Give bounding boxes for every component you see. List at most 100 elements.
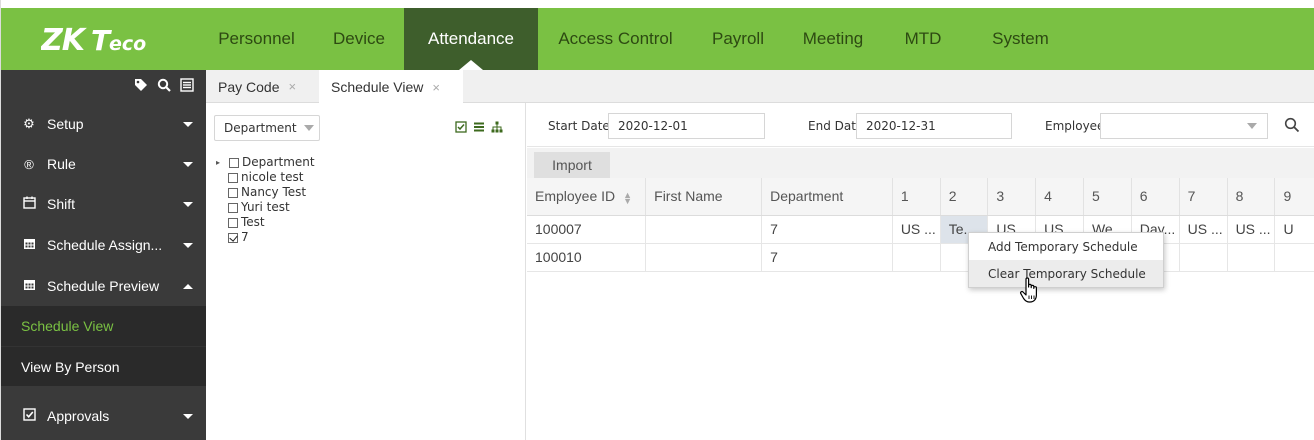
schedule-main-panel: Start Date 2020-12-01 End Date 2020-12-3… bbox=[527, 103, 1314, 440]
check-all-icon[interactable] bbox=[455, 121, 467, 136]
sidebar-item-schedule-preview[interactable]: Schedule Preview bbox=[1, 266, 206, 306]
sidebar-item-rule[interactable]: ® Rule bbox=[1, 144, 206, 184]
tree-node-nancy-test[interactable]: Nancy Test bbox=[216, 185, 315, 200]
tree-node-nicole-test[interactable]: nicole test bbox=[216, 170, 315, 185]
sort-icon[interactable]: ▲ ▼ bbox=[623, 190, 632, 205]
chevron-down-icon bbox=[183, 122, 193, 127]
sidebar-item-label: Approvals bbox=[47, 408, 110, 424]
checkbox[interactable] bbox=[228, 172, 238, 183]
cell-employee-id[interactable]: 100010 bbox=[527, 243, 647, 272]
checkbox[interactable] bbox=[229, 157, 239, 168]
grid-header-row: Employee ID ▲ ▼ First Name Department 1 2 … bbox=[527, 178, 1314, 216]
checkbox[interactable] bbox=[228, 202, 238, 213]
cell-day[interactable] bbox=[892, 243, 941, 272]
table-row[interactable]: 100010 7 bbox=[527, 243, 1314, 272]
nav-system[interactable]: System bbox=[963, 8, 1078, 70]
svg-text:ZK: ZK bbox=[41, 24, 88, 54]
start-date-value: 2020-12-01 bbox=[618, 119, 688, 133]
nav-access-control[interactable]: Access Control bbox=[538, 8, 693, 70]
col-day-1: 1 bbox=[892, 178, 941, 216]
sidebar-tools bbox=[1, 70, 206, 104]
tab-pay-code[interactable]: Pay Code × bbox=[206, 70, 318, 103]
org-tree-icon[interactable] bbox=[491, 121, 503, 136]
close-icon[interactable]: × bbox=[432, 80, 440, 95]
nav-personnel[interactable]: Personnel bbox=[199, 8, 314, 70]
chevron-down-icon bbox=[183, 414, 193, 419]
cell-department[interactable]: 7 bbox=[761, 215, 893, 244]
nav-attendance[interactable]: Attendance bbox=[404, 8, 538, 70]
top-nav-bar: ZK T eco Personnel Device Attendance Acc… bbox=[1, 8, 1314, 70]
checkbox[interactable] bbox=[228, 217, 238, 228]
department-select[interactable]: Department bbox=[214, 115, 320, 141]
cell-day[interactable] bbox=[1179, 243, 1228, 272]
list-icon[interactable] bbox=[180, 78, 194, 96]
sidebar: ⚙ Setup ® Rule Shift Schedule Assign... bbox=[1, 70, 206, 440]
sidebar-item-setup[interactable]: ⚙ Setup bbox=[1, 104, 206, 144]
import-button[interactable]: Import bbox=[534, 152, 610, 178]
hand-cursor-icon bbox=[1019, 276, 1043, 304]
toolbar: Import bbox=[527, 148, 1314, 178]
col-employee-id[interactable]: Employee ID ▲ ▼ bbox=[527, 178, 647, 216]
cell-day[interactable]: U bbox=[1274, 215, 1314, 244]
zkteco-logo[interactable]: ZK T eco bbox=[40, 23, 191, 58]
sidebar-subitem-schedule-view[interactable]: Schedule View bbox=[1, 306, 206, 346]
tree-node-label: nicole test bbox=[241, 170, 304, 184]
col-day-8: 8 bbox=[1227, 178, 1276, 216]
tree-node-department[interactable]: ▸ Department bbox=[216, 155, 315, 170]
tree-node-label: 7 bbox=[241, 230, 249, 244]
table-row[interactable]: 100007 7 US ... Te... US... US... We... … bbox=[527, 215, 1314, 244]
search-icon[interactable] bbox=[157, 78, 171, 96]
schedule-grid: Employee ID ▲ ▼ First Name Department 1 2 … bbox=[527, 178, 1314, 440]
close-icon[interactable]: × bbox=[288, 79, 296, 94]
calendar-grid-icon bbox=[21, 278, 37, 294]
checkbox-checked[interactable] bbox=[228, 232, 238, 243]
cell-employee-id[interactable]: 100007 bbox=[527, 215, 647, 244]
col-day-6: 6 bbox=[1131, 178, 1180, 216]
start-date-input[interactable]: 2020-12-01 bbox=[608, 113, 765, 139]
end-date-input[interactable]: 2020-12-31 bbox=[856, 113, 1012, 139]
sidebar-item-approvals[interactable]: Approvals bbox=[1, 396, 206, 436]
tab-schedule-view[interactable]: Schedule View × bbox=[319, 70, 463, 104]
tree-node-yuri-test[interactable]: Yuri test bbox=[216, 200, 315, 215]
cell-day[interactable] bbox=[1274, 243, 1314, 272]
tree-node-test[interactable]: Test bbox=[216, 215, 315, 230]
sidebar-subitem-view-by-person[interactable]: View By Person bbox=[1, 346, 206, 386]
department-tree-panel: Department ▸ Department nicole test Nanc… bbox=[206, 103, 526, 440]
expand-icon[interactable]: ▸ bbox=[216, 155, 229, 170]
tree-node-label: Department bbox=[242, 155, 315, 169]
tag-icon[interactable] bbox=[134, 78, 148, 96]
col-first-name[interactable]: First Name bbox=[645, 178, 763, 216]
calendar-icon bbox=[21, 196, 37, 212]
cell-day[interactable] bbox=[1227, 243, 1276, 272]
sidebar-item-label: Schedule Assign... bbox=[47, 237, 163, 253]
tree-node-label: Yuri test bbox=[241, 200, 290, 214]
cell-day[interactable]: US ... bbox=[1179, 215, 1228, 244]
list-icon[interactable] bbox=[473, 121, 485, 136]
clear-temporary-schedule-item[interactable]: Clear Temporary Schedule bbox=[969, 260, 1163, 287]
employee-select[interactable] bbox=[1100, 113, 1268, 139]
sidebar-item-shift[interactable]: Shift bbox=[1, 184, 206, 224]
checkbox[interactable] bbox=[228, 187, 238, 198]
col-department[interactable]: Department bbox=[761, 178, 893, 216]
nav-device[interactable]: Device bbox=[314, 8, 404, 70]
cell-day[interactable]: US ... bbox=[892, 215, 941, 244]
tree-node-7[interactable]: 7 bbox=[216, 230, 315, 245]
sidebar-item-schedule-assign[interactable]: Schedule Assign... bbox=[1, 224, 206, 266]
col-day-9: 9 bbox=[1274, 178, 1314, 216]
nav-payroll[interactable]: Payroll bbox=[693, 8, 783, 70]
calendar-grid-icon bbox=[21, 237, 37, 253]
chevron-up-icon bbox=[183, 284, 193, 289]
tab-label: Schedule View bbox=[331, 79, 424, 95]
col-day-4: 4 bbox=[1035, 178, 1084, 216]
nav-mtd[interactable]: MTD bbox=[883, 8, 963, 70]
department-tree: ▸ Department nicole test Nancy Test Yuri… bbox=[216, 155, 315, 245]
cell-department[interactable]: 7 bbox=[761, 243, 893, 272]
nav-meeting[interactable]: Meeting bbox=[783, 8, 883, 70]
cell-day[interactable]: US ... bbox=[1227, 215, 1276, 244]
cell-first-name[interactable] bbox=[645, 215, 763, 244]
add-temporary-schedule-item[interactable]: Add Temporary Schedule bbox=[969, 233, 1163, 260]
cell-first-name[interactable] bbox=[645, 243, 763, 272]
chevron-down-icon bbox=[183, 162, 193, 167]
chevron-down-icon bbox=[303, 125, 314, 131]
search-icon[interactable] bbox=[1284, 117, 1300, 133]
